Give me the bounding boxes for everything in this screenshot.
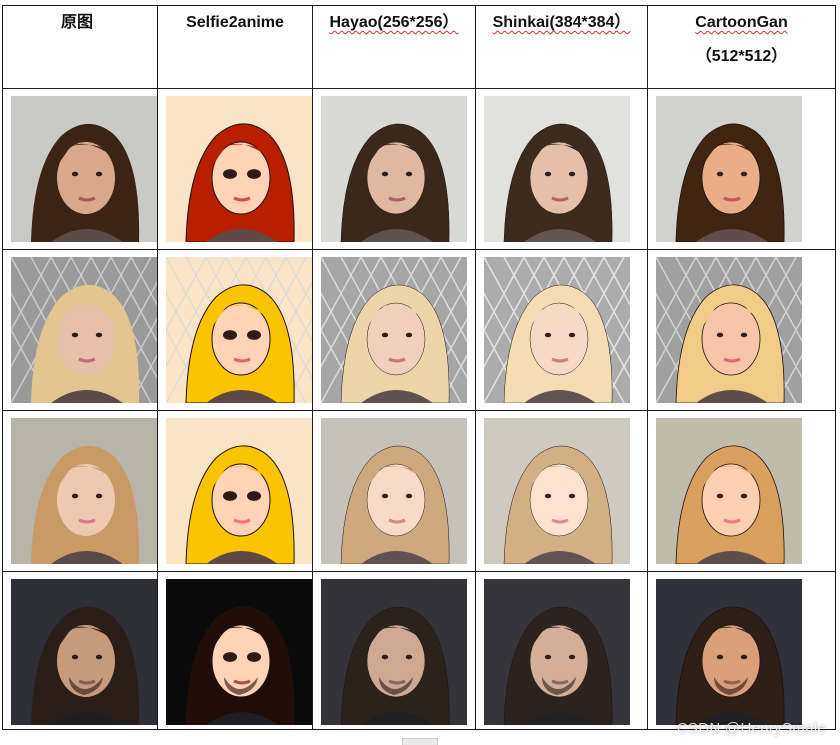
header-hayao: Hayao(256*256）: [312, 5, 476, 89]
comparison-table: 原图 Selfie2anime Hayao(256*256） Shinkai(3…: [2, 5, 836, 730]
image-cell: [475, 571, 648, 730]
portrait-image: [321, 579, 467, 725]
portrait-image: [484, 257, 630, 403]
image-cell: [647, 571, 836, 730]
portrait-image: [11, 96, 157, 242]
header-shinkai: Shinkai(384*384）: [475, 5, 648, 89]
image-row: [2, 410, 836, 572]
image-cell: [2, 571, 158, 730]
portrait-image: [484, 579, 630, 725]
image-cell: [2, 410, 158, 572]
portrait-image: [656, 418, 802, 564]
portrait-image: [11, 579, 157, 725]
portrait-image: [321, 257, 467, 403]
image-cell: [647, 249, 836, 411]
header-row: 原图 Selfie2anime Hayao(256*256） Shinkai(3…: [2, 5, 836, 89]
image-cell: [312, 410, 476, 572]
image-row: [2, 249, 836, 411]
portrait-image: [321, 96, 467, 242]
image-cell: [475, 88, 648, 250]
image-cell: [2, 249, 158, 411]
header-cartoongan: CartoonGan （512*512）: [647, 5, 836, 89]
portrait-image: [656, 579, 802, 725]
image-cell: [475, 249, 648, 411]
image-cell: [475, 410, 648, 572]
portrait-image: [166, 257, 312, 403]
portrait-image: [484, 418, 630, 564]
image-cell: [312, 571, 476, 730]
image-cell: [312, 249, 476, 411]
portrait-image: [656, 257, 802, 403]
image-cell: [157, 571, 313, 730]
header-original: 原图: [2, 5, 158, 89]
portrait-image: [321, 418, 467, 564]
image-cell: [647, 88, 836, 250]
portrait-image: [656, 96, 802, 242]
image-cell: [2, 88, 158, 250]
page-indicator: [402, 738, 438, 745]
image-row: [2, 571, 836, 730]
image-cell: [312, 88, 476, 250]
image-cell: [157, 249, 313, 411]
watermark: CSDN @HenrySmale: [676, 720, 826, 737]
portrait-image: [11, 418, 157, 564]
image-cell: [157, 88, 313, 250]
image-cell: [157, 410, 313, 572]
portrait-image: [484, 96, 630, 242]
portrait-image: [11, 257, 157, 403]
portrait-image: [166, 418, 312, 564]
image-row: [2, 88, 836, 250]
header-selfie2anime: Selfie2anime: [157, 5, 313, 89]
image-cell: [647, 410, 836, 572]
portrait-image: [166, 579, 312, 725]
portrait-image: [166, 96, 312, 242]
